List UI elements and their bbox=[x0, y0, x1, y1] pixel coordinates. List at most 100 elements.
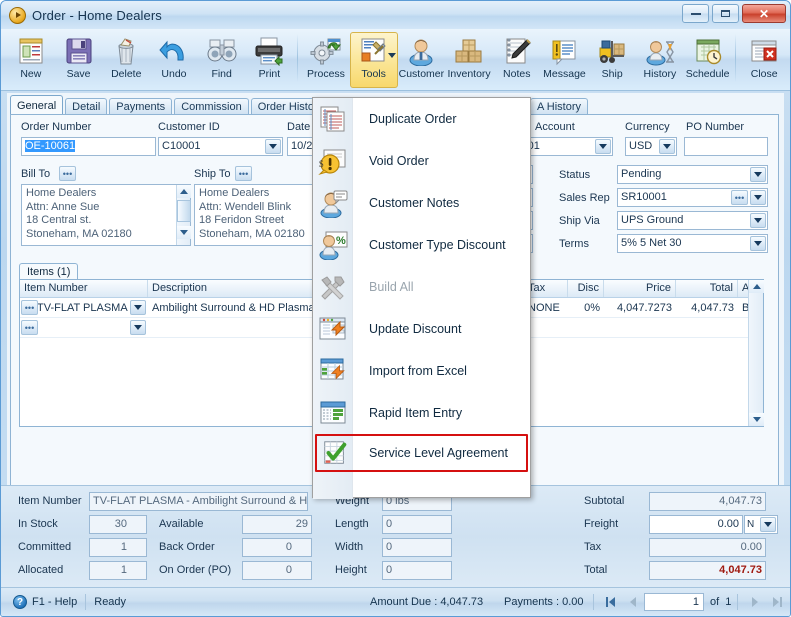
chevron-down-icon[interactable] bbox=[760, 517, 776, 532]
account-combo[interactable]: -01 bbox=[520, 137, 613, 156]
detail-item-number-field[interactable]: TV-FLAT PLASMA - Ambilight Surround & HD bbox=[89, 492, 308, 511]
menu-item-import-from-excel[interactable]: Import from Excel bbox=[313, 350, 530, 392]
on-order-label: On Order (PO) bbox=[159, 564, 232, 576]
maximize-button[interactable] bbox=[712, 4, 739, 23]
back-order-field[interactable]: 0 bbox=[242, 538, 312, 557]
next-record-button[interactable] bbox=[744, 594, 766, 611]
menu-item-customer-notes[interactable]: Customer Notes bbox=[313, 182, 530, 224]
toolbar-button-notes[interactable]: Notes bbox=[493, 32, 541, 88]
customer-notes-icon bbox=[313, 188, 353, 218]
toolbar-button-delete[interactable]: Delete bbox=[102, 32, 150, 88]
back-order-label: Back Order bbox=[159, 541, 215, 553]
menu-item-rapid-item-entry[interactable]: Rapid Item Entry bbox=[313, 392, 530, 434]
allocated-field[interactable]: 1 bbox=[89, 561, 147, 580]
bill-to-scrollbar[interactable] bbox=[176, 185, 191, 245]
toolbar-button-new[interactable]: New bbox=[7, 32, 55, 88]
bill-to-address[interactable]: Home Dealers Attn: Anne Sue 18 Central s… bbox=[21, 184, 191, 246]
toolbar-button-inventory[interactable]: Inventory bbox=[445, 32, 493, 88]
toolbar-button-customer[interactable]: Customer bbox=[398, 32, 446, 88]
toolbar-button-print[interactable]: Print bbox=[246, 32, 294, 88]
undo-arrow-icon bbox=[158, 36, 190, 66]
chevron-down-icon[interactable] bbox=[265, 139, 281, 154]
chevron-down-icon[interactable] bbox=[387, 53, 396, 58]
toolbar-button-find[interactable]: Find bbox=[198, 32, 246, 88]
status-label: Status bbox=[559, 169, 591, 181]
column-header-price[interactable]: Price bbox=[604, 280, 676, 297]
scrollbar-thumb[interactable] bbox=[177, 200, 191, 222]
menu-item-void-order[interactable]: $ Void Order bbox=[313, 140, 530, 182]
column-header-disc[interactable]: Disc bbox=[568, 280, 604, 297]
toolbar-separator-1 bbox=[297, 34, 299, 82]
ship-to-lookup-button[interactable] bbox=[235, 166, 252, 181]
customer-id-combo[interactable]: C10001 bbox=[158, 137, 283, 156]
po-number-input[interactable] bbox=[684, 137, 768, 156]
tab-payments[interactable]: Payments bbox=[109, 98, 173, 115]
menu-item-label: Update Discount bbox=[369, 322, 462, 336]
scroll-down-icon[interactable] bbox=[177, 226, 191, 239]
tab-detail[interactable]: Detail bbox=[65, 98, 108, 115]
menu-item-build-all: Build All bbox=[313, 266, 530, 308]
chevron-down-icon[interactable] bbox=[750, 167, 766, 182]
chevron-down-icon[interactable] bbox=[595, 139, 611, 154]
freight-field[interactable]: 0.00 bbox=[649, 515, 743, 534]
help-link[interactable]: ? F1 - Help bbox=[13, 595, 77, 609]
ship-via-combo[interactable]: UPS Ground bbox=[617, 211, 768, 230]
amount-due-status: Amount Due : 4,047.73 bbox=[370, 596, 484, 608]
scroll-up-icon[interactable] bbox=[749, 280, 764, 293]
menu-item-customer-type-discount[interactable]: % Customer Type Discount bbox=[313, 224, 530, 266]
on-order-field[interactable]: 0 bbox=[242, 561, 312, 580]
status-bar: ? F1 - Help Ready Amount Due : 4,047.73 … bbox=[1, 587, 790, 616]
help-label: F1 - Help bbox=[32, 596, 78, 608]
chevron-down-icon[interactable] bbox=[659, 139, 675, 154]
last-record-button[interactable] bbox=[766, 594, 788, 611]
tools-dropdown-menu[interactable]: Duplicate Order $ Void Order Customer No… bbox=[312, 97, 531, 499]
in-stock-field[interactable]: 30 bbox=[89, 515, 147, 534]
tab-general[interactable]: General bbox=[10, 95, 64, 115]
scroll-up-icon[interactable] bbox=[177, 185, 191, 198]
chevron-down-icon[interactable] bbox=[750, 213, 766, 228]
sales-rep-lookup-button[interactable] bbox=[731, 190, 748, 205]
row-lookup-button[interactable] bbox=[21, 299, 38, 315]
column-header-item-number[interactable]: Item Number bbox=[20, 280, 148, 297]
toolbar-button-message[interactable]: Message bbox=[541, 32, 589, 88]
chevron-down-icon[interactable] bbox=[130, 299, 146, 315]
currency-combo[interactable]: USD bbox=[625, 137, 677, 156]
toolbar-button-close[interactable]: Close bbox=[740, 32, 788, 88]
tab-commission[interactable]: Commission bbox=[174, 98, 249, 115]
order-number-input[interactable]: OE-10061 bbox=[21, 137, 156, 156]
terms-combo[interactable]: 5% 5 Net 30 bbox=[617, 234, 768, 253]
toolbar-button-tools[interactable]: Tools bbox=[349, 32, 398, 88]
prev-record-button[interactable] bbox=[622, 594, 644, 611]
toolbar-button-history[interactable]: History bbox=[636, 32, 684, 88]
menu-item-duplicate-order[interactable]: Duplicate Order bbox=[313, 98, 530, 140]
close-button[interactable]: ✕ bbox=[742, 4, 786, 23]
status-combo[interactable]: Pending bbox=[617, 165, 768, 184]
close-window-icon bbox=[748, 36, 780, 66]
tab-a-history[interactable]: A History bbox=[530, 98, 589, 115]
toolbar-button-ship[interactable]: Ship bbox=[588, 32, 636, 88]
chevron-down-icon[interactable] bbox=[750, 236, 766, 251]
chevron-down-icon[interactable] bbox=[750, 190, 766, 205]
toolbar-button-undo[interactable]: Undo bbox=[150, 32, 198, 88]
build-all-icon bbox=[313, 272, 353, 302]
scroll-down-icon[interactable] bbox=[749, 413, 764, 426]
items-grid-vscrollbar[interactable] bbox=[748, 280, 764, 426]
committed-field[interactable]: 1 bbox=[89, 538, 147, 557]
toolbar-button-save[interactable]: Save bbox=[55, 32, 103, 88]
minimize-button[interactable] bbox=[682, 4, 709, 23]
order-number-label: Order Number bbox=[21, 121, 92, 133]
bill-to-lookup-button[interactable] bbox=[59, 166, 76, 181]
toolbar-button-schedule[interactable]: Schedule bbox=[684, 32, 732, 88]
items-tab[interactable]: Items (1) bbox=[19, 263, 79, 280]
page-number-input[interactable]: 1 bbox=[644, 593, 704, 611]
toolbar-button-process[interactable]: Process bbox=[302, 32, 350, 88]
column-header-total[interactable]: Total bbox=[676, 280, 738, 297]
chevron-down-icon[interactable] bbox=[130, 319, 146, 335]
freight-type-combo[interactable]: N bbox=[744, 515, 778, 534]
row-lookup-button[interactable] bbox=[21, 319, 38, 335]
width-label: Width bbox=[335, 541, 364, 553]
menu-item-update-discount[interactable]: Update Discount bbox=[313, 308, 530, 350]
first-record-button[interactable] bbox=[600, 594, 622, 611]
sales-rep-combo[interactable]: SR10001 bbox=[617, 188, 768, 207]
menu-item-service-level-agreement[interactable]: Service Level Agreement bbox=[315, 434, 528, 472]
